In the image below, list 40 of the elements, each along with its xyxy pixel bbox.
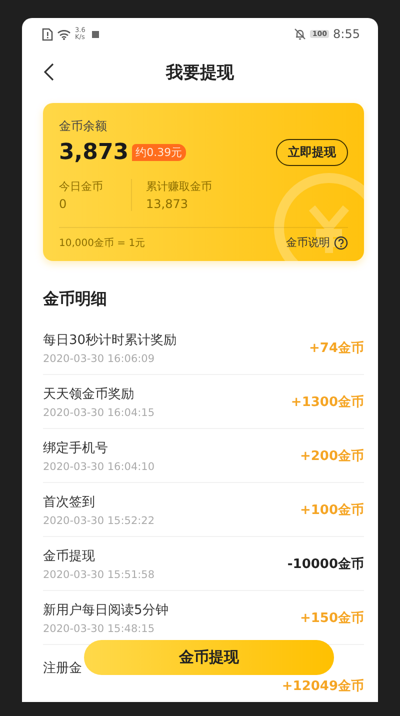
stat-value: 13,873: [146, 197, 189, 211]
record-time: 2020-03-30 15:48:15: [43, 622, 156, 634]
coin-withdraw-button[interactable]: 金币提现: [84, 640, 334, 675]
record-title: 金币提现: [43, 548, 96, 564]
withdraw-now-button[interactable]: 立即提现: [276, 139, 348, 166]
record-amount: +1300金币: [290, 394, 364, 410]
stat-label: 累计赚取金币: [146, 179, 212, 194]
record-time: 2020-03-30 16:04:10: [43, 460, 155, 472]
balance-label: 金币余额: [59, 118, 108, 135]
clock-time: 8:55: [333, 27, 360, 41]
wifi-icon: [57, 28, 71, 40]
record-amount: +12049金币: [282, 678, 364, 695]
record-title: 每日30秒计时累计奖励: [43, 332, 177, 348]
record-amount: +150金币: [300, 610, 364, 626]
balance-amount: 3,873: [59, 140, 129, 165]
sim-alert-icon: [42, 28, 53, 40]
stat-label: 今日金币: [59, 179, 104, 194]
page-title: 我要提现: [166, 62, 234, 84]
record-time: 2020-03-30 15:51:58: [43, 568, 155, 580]
coin-info-link[interactable]: 金币说明: [286, 235, 330, 250]
record-title: 新用户每日阅读5分钟: [43, 602, 168, 618]
record-amount: +100金币: [300, 502, 364, 518]
bell-muted-icon: [294, 28, 306, 40]
record-title: 注册金: [43, 660, 82, 677]
record-amount: -10000金币: [287, 556, 364, 572]
record-amount: +74金币: [309, 340, 364, 356]
record-amount: +200金币: [300, 448, 364, 464]
square-icon: [92, 30, 100, 38]
back-icon[interactable]: [44, 63, 54, 81]
section-heading: 金币明细: [43, 289, 107, 310]
record-title: 绑定手机号: [43, 440, 109, 456]
exchange-rate: 10,000金币 = 1元: [59, 236, 146, 250]
record-time: 2020-03-30 16:04:15: [43, 406, 155, 418]
record-title: 天天领金币奖励: [43, 386, 135, 402]
help-icon[interactable]: [334, 236, 348, 250]
record-time: 2020-03-30 15:52:22: [43, 514, 155, 526]
record-time: 2020-03-30 16:06:09: [43, 352, 156, 364]
stat-value: 0: [59, 197, 68, 211]
record-title: 首次签到: [43, 494, 96, 510]
cash-value-badge: 约0.39元: [132, 144, 186, 161]
